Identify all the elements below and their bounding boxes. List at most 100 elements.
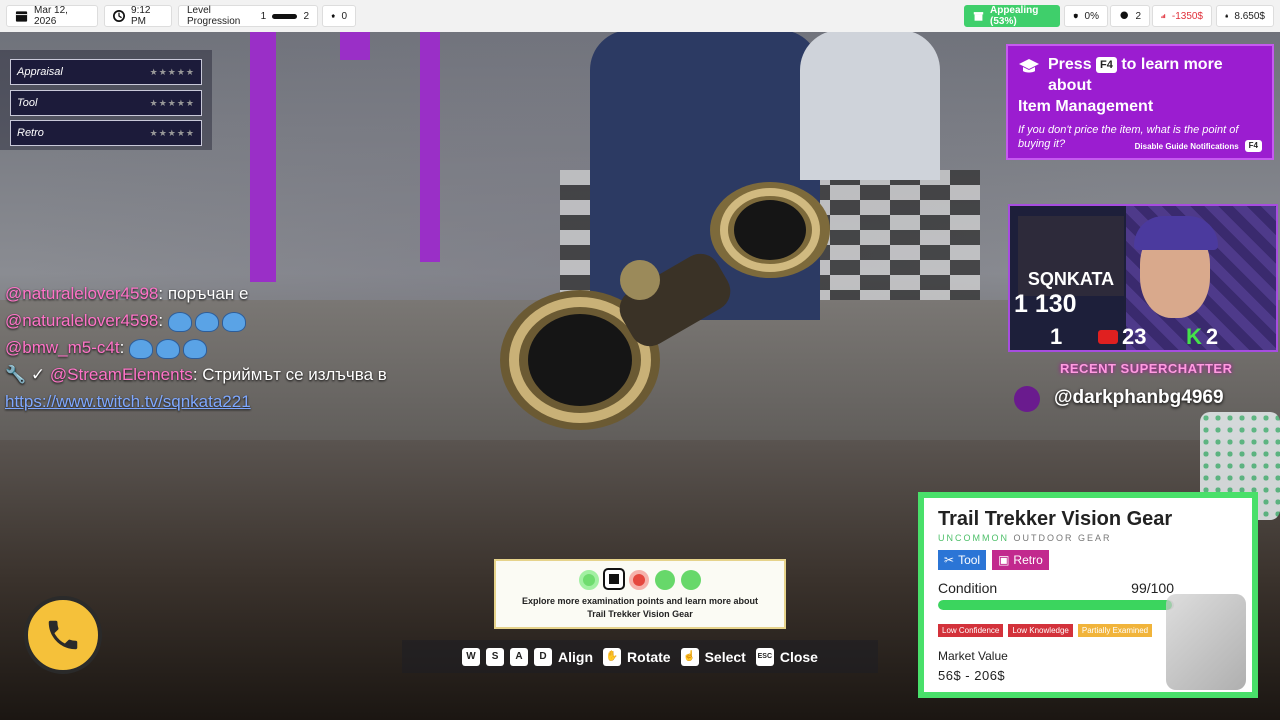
- trait-tool: Tool ★★★★★: [10, 90, 202, 116]
- explore-line1: Explore more examination points and lear…: [521, 596, 759, 606]
- trait-label: Tool: [17, 97, 38, 109]
- wrench-icon: 🔧: [5, 365, 27, 384]
- superchatter-name: @darkphanbg4969: [1054, 387, 1224, 408]
- tag-label: Retro: [1013, 553, 1043, 567]
- trait-retro: Retro ★★★★★: [10, 120, 202, 146]
- store-icon: [973, 12, 984, 21]
- trait-list: Appraisal ★★★★★ Tool ★★★★★ Retro ★★★★★: [0, 50, 212, 150]
- notify-chip[interactable]: 0: [322, 5, 356, 27]
- disable-guide-key: F4: [1244, 140, 1262, 152]
- stat-c-chip: -1350$: [1152, 5, 1212, 27]
- level-progression-chip: Level Progression 1 2: [178, 5, 318, 27]
- level-progress-bar: [272, 13, 298, 19]
- chat-link[interactable]: https://www.twitch.tv/sqnkata221: [5, 392, 251, 411]
- level-from: 1: [260, 10, 267, 22]
- scene-person: [800, 30, 940, 180]
- stat-c: -1350$: [1171, 10, 1203, 22]
- condition-value: 99/100: [1131, 580, 1174, 596]
- appeal-text: Appealing (53%): [989, 5, 1039, 27]
- badge-partially-examined: Partially Examined: [1077, 624, 1153, 637]
- binoculars-item[interactable]: [500, 180, 840, 460]
- stat-twitch: 1: [1050, 324, 1062, 350]
- hand-icon[interactable]: [681, 570, 701, 590]
- key-s: S: [486, 647, 505, 666]
- chart-icon: [1161, 14, 1166, 19]
- disable-guide-button[interactable]: Disable Guide Notifications F4: [1135, 140, 1262, 152]
- close-control[interactable]: ESC Close: [755, 647, 818, 666]
- examination-hint: Explore more examination points and lear…: [494, 559, 786, 629]
- mouse-drag-icon: ✋: [603, 647, 622, 666]
- emote-icon: [194, 311, 219, 332]
- graduation-cap-icon: [1019, 59, 1039, 73]
- badge-low-confidence: Low Confidence: [938, 624, 1004, 637]
- time-text: 9:12 PM: [131, 5, 151, 27]
- rotate-control[interactable]: ✋ Rotate: [603, 647, 671, 666]
- item-tags: ✂ Tool ▣ Retro: [938, 550, 1238, 570]
- rarity-label: UNCOMMON: [938, 533, 1009, 543]
- condition-label: Condition: [938, 580, 998, 596]
- condition-row: Condition 99/100: [938, 580, 1174, 596]
- item-rarity: UNCOMMON OUTDOOR GEAR: [938, 533, 1238, 543]
- emote-icon: [167, 311, 192, 332]
- chat-user: @bmw_m5-c4t: [5, 338, 120, 357]
- emote-icon: [221, 311, 246, 332]
- key-w: W: [462, 647, 481, 666]
- notify-count: 0: [341, 10, 347, 22]
- chat-sep: :: [119, 338, 125, 357]
- exam-point-icon[interactable]: [629, 570, 649, 590]
- channel-logo: SQNKATA: [1018, 216, 1124, 296]
- top-status-bar: Mar 12, 2026 9:12 PM Level Progression 1…: [0, 0, 1280, 32]
- stat-b: 2: [1135, 10, 1141, 22]
- scene-pillar: [420, 32, 440, 262]
- chat-overlay: @naturalelover4598: поръчан е @naturalel…: [5, 280, 387, 415]
- youtube-count: 23: [1122, 324, 1147, 349]
- examination-points: [496, 570, 784, 590]
- trait-label: Retro: [17, 127, 44, 139]
- chat-message: @naturalelover4598:: [5, 307, 387, 334]
- guide-line2: Item Management: [1018, 98, 1154, 115]
- select-label: Select: [704, 648, 746, 665]
- phone-button[interactable]: [24, 596, 102, 674]
- exam-point-icon[interactable]: [605, 570, 623, 588]
- twitch-count: 1: [1050, 324, 1063, 349]
- cassette-icon: ▣: [998, 553, 1010, 567]
- follower-count: 1 130: [1014, 290, 1077, 318]
- trait-appraisal: Appraisal ★★★★★: [10, 59, 202, 85]
- hand-icon[interactable]: [655, 570, 675, 590]
- tag-tool: ✂ Tool: [938, 550, 987, 570]
- tag-retro: ▣ Retro: [992, 550, 1049, 570]
- calendar-icon: [15, 11, 28, 22]
- scene-pillar: [250, 32, 276, 282]
- chat-message: 🔧 ✓ @StreamElements: Стриймът се излъчва…: [5, 361, 387, 388]
- wrench-icon: ✂: [944, 553, 955, 567]
- chat-text: Стриймът се излъчва в: [197, 365, 387, 384]
- scene-pillar: [340, 30, 370, 60]
- condition-bar: [938, 600, 1174, 610]
- guide-press: Press: [1048, 56, 1092, 73]
- align-control[interactable]: W S A D Align: [462, 647, 594, 666]
- date-chip: Mar 12, 2026: [6, 5, 98, 27]
- chat-text: поръчан е: [163, 284, 249, 303]
- chat-user: @naturalelover4598: [5, 311, 159, 330]
- guide-key: F4: [1096, 56, 1117, 73]
- superchatter-title: RECENT SUPERCHATTER: [1060, 361, 1233, 376]
- chat-message: @bmw_m5-c4t:: [5, 334, 387, 361]
- key-esc: ESC: [755, 647, 774, 666]
- stat-kick: K 2: [1186, 324, 1218, 350]
- emote-icon: [129, 338, 154, 359]
- stat-a-chip: 0%: [1064, 5, 1108, 27]
- select-control[interactable]: ☝ Select: [680, 647, 746, 666]
- exam-point-icon[interactable]: [579, 570, 599, 590]
- appeal-chip: Appealing (53%): [964, 5, 1060, 27]
- key-a: A: [510, 647, 529, 666]
- item-card: Trail Trekker Vision Gear UNCOMMON OUTDO…: [918, 492, 1258, 698]
- shield-icon: [1073, 13, 1078, 19]
- head-icon: [1120, 11, 1128, 19]
- level-label: Level Progression: [187, 5, 241, 27]
- date-text: Mar 12, 2026: [34, 5, 68, 27]
- chat-user: @StreamElements: [49, 365, 193, 384]
- align-label: Align: [558, 648, 594, 665]
- heart-icon: [1014, 386, 1040, 412]
- chat-message: @naturalelover4598: поръчан е: [5, 280, 387, 307]
- tag-label: Tool: [958, 553, 981, 567]
